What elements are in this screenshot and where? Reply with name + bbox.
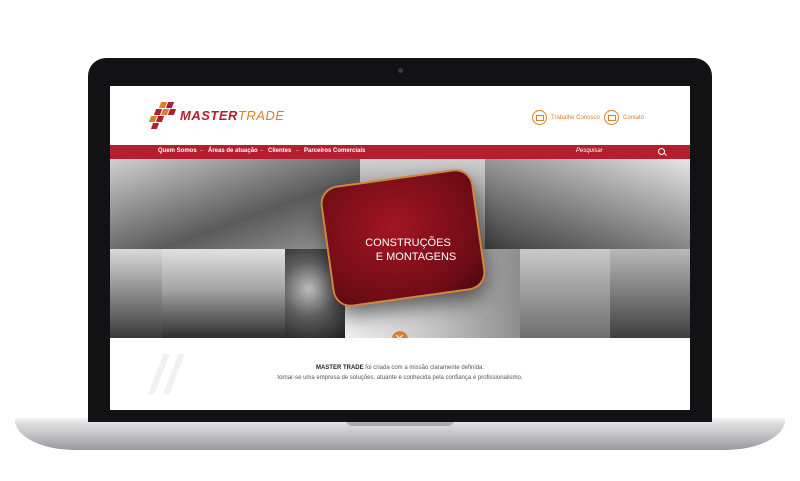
nav-separator: – bbox=[200, 148, 204, 154]
mail-icon bbox=[532, 110, 547, 125]
camera-icon bbox=[398, 68, 403, 73]
hero-title: CONSTRUÇÕES E MONTAGENS bbox=[338, 236, 478, 264]
intro-line-2: tornar-se uma empresa de soluções, atuan… bbox=[277, 375, 523, 381]
nav-item-parceiros-comerciais[interactable]: Parceiros Comerciais bbox=[304, 148, 365, 154]
intro-section: // MASTER TRADE foi criada com a missão … bbox=[110, 338, 690, 410]
logo-mark-icon bbox=[146, 102, 177, 129]
nav-separator: – bbox=[260, 148, 264, 154]
site-header: MASTERTRADE Trabalhe Conosco Contato bbox=[110, 86, 690, 145]
hero-photo-panels bbox=[520, 249, 610, 338]
nav-item-quem-somos[interactable]: Quem Somos bbox=[158, 148, 197, 154]
nav-item-areas-de-atuacao[interactable]: Áreas de atuação bbox=[208, 148, 258, 154]
hero-photo-worker bbox=[610, 249, 690, 338]
laptop-lid: MASTERTRADE Trabalhe Conosco Contato Que… bbox=[88, 58, 712, 422]
logo-wordmark: MASTERTRADE bbox=[180, 108, 284, 123]
trabalhe-conosco-label: Trabalhe Conosco bbox=[551, 114, 600, 121]
nav-separator: – bbox=[296, 148, 300, 154]
main-nav: Quem Somos – Áreas de atuação – Clientes… bbox=[110, 145, 690, 159]
trabalhe-conosco-link[interactable]: Trabalhe Conosco bbox=[532, 110, 600, 125]
logo-text-trade: TRADE bbox=[237, 107, 285, 123]
search-input[interactable]: Pesquisar bbox=[576, 148, 603, 154]
logo[interactable]: MASTERTRADE bbox=[146, 102, 284, 129]
logo-text-master: MASTER bbox=[180, 107, 238, 123]
search-icon[interactable] bbox=[658, 148, 665, 155]
hero-banner: CONSTRUÇÕES E MONTAGENS bbox=[110, 159, 690, 338]
hero-photo-cranes bbox=[162, 249, 285, 338]
hero-title-line2: E MONTAGENS bbox=[375, 251, 457, 263]
hero-photo-ship bbox=[110, 249, 162, 338]
hero-photo-coils bbox=[485, 159, 690, 249]
screen: MASTERTRADE Trabalhe Conosco Contato Que… bbox=[110, 86, 690, 410]
nav-item-clientes[interactable]: Clientes bbox=[268, 148, 291, 154]
contato-label: Contato bbox=[623, 114, 645, 121]
intro-brand: MASTER TRADE bbox=[315, 365, 364, 371]
intro-line-1: MASTER TRADE foi criada com a missão cla… bbox=[110, 365, 690, 371]
contato-link[interactable]: Contato bbox=[604, 110, 644, 125]
hero-title-line1: CONSTRUÇÕES bbox=[365, 237, 451, 249]
mail-icon bbox=[604, 110, 619, 125]
intro-line-1-text: foi criada com a missão claramente defin… bbox=[363, 365, 485, 371]
